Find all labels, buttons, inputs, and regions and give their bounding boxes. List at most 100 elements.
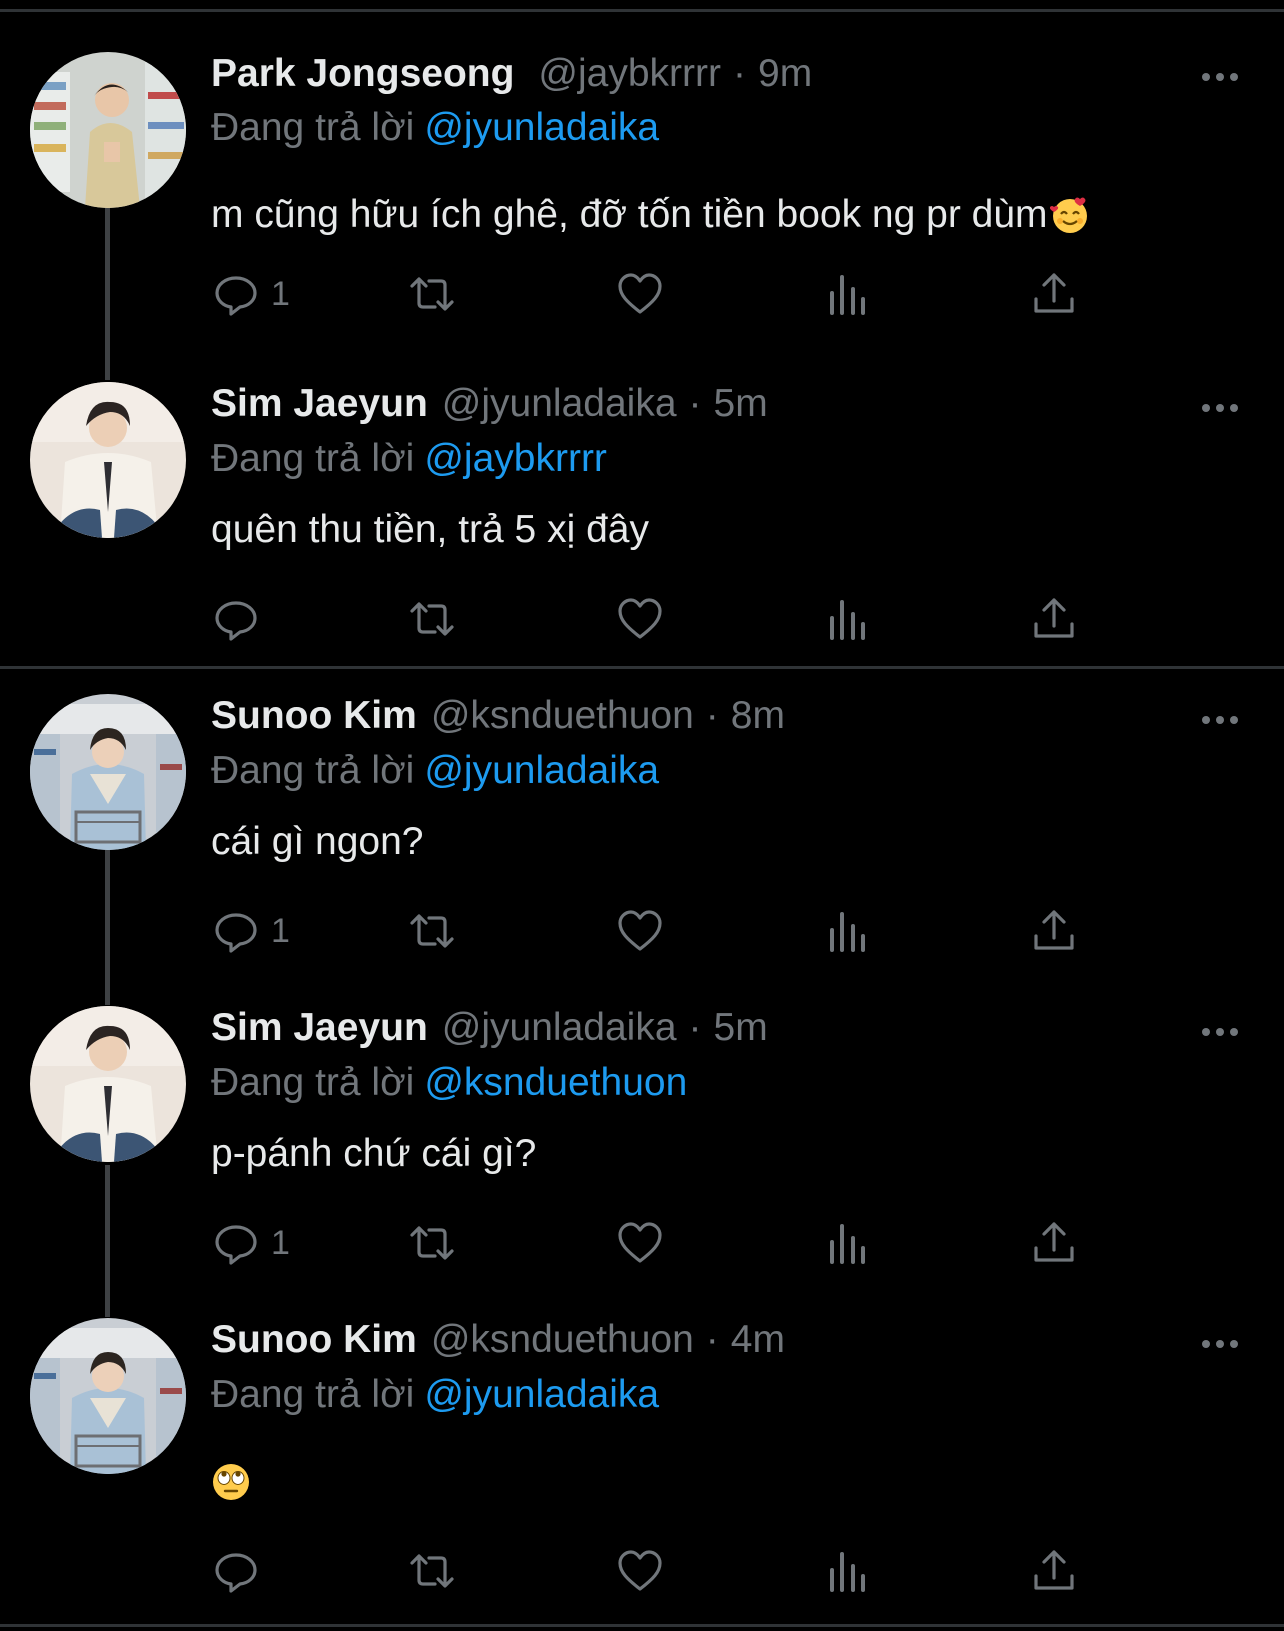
analytics-icon — [830, 275, 865, 315]
tweet-header: Sim Jaeyun @jyunladaika · 5m — [211, 382, 768, 432]
analytics-button[interactable] — [823, 269, 873, 319]
reply-count: 1 — [271, 911, 290, 950]
retweet-button[interactable] — [407, 594, 457, 644]
retweet-button[interactable] — [407, 1218, 457, 1268]
tweet-header: Sunoo Kim @ksnduethuon · 4m — [211, 1318, 785, 1368]
more-options-button[interactable] — [1198, 1017, 1242, 1047]
replying-to: Đang trả lời @ksnduethuon — [211, 1061, 687, 1105]
timestamp[interactable]: 8m — [731, 694, 785, 738]
retweet-button[interactable] — [407, 906, 457, 956]
smiling-face-with-hearts-emoji — [1049, 197, 1087, 233]
more-icon — [1202, 1028, 1210, 1036]
share-button[interactable] — [1029, 594, 1079, 644]
retweet-icon — [410, 602, 454, 636]
reply-icon — [215, 276, 257, 316]
avatar[interactable] — [30, 1318, 186, 1474]
more-options-button[interactable] — [1198, 1329, 1242, 1359]
like-icon — [618, 598, 662, 639]
username[interactable]: @jyunladaika — [442, 1006, 677, 1050]
reply-icon — [215, 1553, 257, 1593]
share-icon — [1034, 1222, 1074, 1262]
avatar-park-jongseong-image — [30, 52, 186, 208]
username[interactable]: @jaybkrrrr — [538, 52, 721, 96]
username[interactable]: @ksnduethuon — [431, 1318, 694, 1362]
retweet-icon — [410, 1554, 454, 1588]
timestamp[interactable]: 5m — [714, 1006, 768, 1050]
analytics-button[interactable] — [823, 1218, 873, 1268]
display-name[interactable]: Park Jongseong — [211, 52, 514, 96]
username[interactable]: @jyunladaika — [442, 382, 677, 426]
display-name[interactable]: Sunoo Kim — [211, 694, 417, 738]
timestamp[interactable]: 9m — [758, 52, 812, 96]
share-icon — [1034, 273, 1074, 313]
mention-link[interactable]: @jaybkrrrr — [424, 437, 607, 480]
like-button[interactable] — [615, 906, 665, 956]
like-button[interactable] — [615, 594, 665, 644]
replying-label: Đang trả lời — [211, 1373, 415, 1416]
analytics-icon — [830, 912, 865, 952]
avatar-sunoo-kim-image — [30, 694, 186, 850]
analytics-button[interactable] — [823, 1546, 873, 1596]
tweet-actions: 1 — [211, 1218, 1131, 1268]
avatar[interactable] — [30, 1006, 186, 1162]
mention-link[interactable]: @jyunladaika — [424, 106, 659, 149]
timestamp[interactable]: 4m — [731, 1318, 785, 1362]
tweet-actions: 1 — [211, 906, 1131, 956]
face-with-rolling-eyes-emoji — [213, 1464, 249, 1500]
separator-dot: · — [705, 694, 719, 737]
separator-dot: · — [688, 382, 702, 425]
share-button[interactable] — [1029, 1218, 1079, 1268]
thread-line — [105, 205, 110, 380]
display-name[interactable]: Sunoo Kim — [211, 1318, 417, 1362]
tweet-text-content: m cũng hữu ích ghê, đỡ tốn tiền book ng … — [211, 193, 1048, 236]
more-options-button[interactable] — [1198, 62, 1242, 92]
more-icon — [1202, 73, 1210, 81]
replying-to: Đang trả lời @jyunladaika — [211, 1373, 659, 1417]
more-options-button[interactable] — [1198, 393, 1242, 423]
tweet-text: cái gì ngon? — [211, 817, 424, 867]
analytics-icon — [830, 1224, 865, 1264]
share-button[interactable] — [1029, 906, 1079, 956]
reply-button[interactable]: 1 — [211, 269, 290, 319]
mention-link[interactable]: @ksnduethuon — [424, 1061, 687, 1104]
avatar-sunoo-kim-image — [30, 1318, 186, 1474]
share-button[interactable] — [1029, 1546, 1079, 1596]
reply-button[interactable]: 1 — [211, 906, 290, 956]
reply-button[interactable] — [211, 1546, 271, 1596]
timestamp[interactable]: 5m — [714, 382, 768, 426]
tweet-text: m cũng hữu ích ghê, đỡ tốn tiền book ng … — [211, 190, 1090, 240]
share-icon — [1034, 598, 1074, 638]
avatar[interactable] — [30, 52, 186, 208]
tweet-actions — [211, 1546, 1131, 1596]
like-button[interactable] — [615, 1546, 665, 1596]
retweet-icon — [410, 1226, 454, 1260]
retweet-icon — [410, 914, 454, 948]
like-button[interactable] — [615, 269, 665, 319]
reply-button[interactable]: 1 — [211, 1218, 290, 1268]
reply-button[interactable] — [211, 594, 271, 644]
avatar[interactable] — [30, 382, 186, 538]
display-name[interactable]: Sim Jaeyun — [211, 382, 428, 426]
share-button[interactable] — [1029, 269, 1079, 319]
retweet-icon — [410, 277, 454, 311]
retweet-button[interactable] — [407, 1546, 457, 1596]
like-icon — [618, 1222, 662, 1263]
more-options-button[interactable] — [1198, 705, 1242, 735]
analytics-icon — [830, 600, 865, 640]
reply-icon — [215, 913, 257, 953]
mention-link[interactable]: @jyunladaika — [424, 1373, 659, 1416]
username[interactable]: @ksnduethuon — [431, 694, 694, 738]
analytics-button[interactable] — [823, 594, 873, 644]
tweet-text-content: p-pánh chứ cái gì? — [211, 1132, 537, 1175]
avatar-sim-jaeyun-image — [30, 1006, 186, 1162]
analytics-button[interactable] — [823, 906, 873, 956]
display-name[interactable]: Sim Jaeyun — [211, 1006, 428, 1050]
separator-dot: · — [705, 1318, 719, 1361]
avatar[interactable] — [30, 694, 186, 850]
reply-icon — [215, 601, 257, 641]
thread-divider — [0, 666, 1284, 669]
retweet-button[interactable] — [407, 269, 457, 319]
more-icon — [1202, 716, 1210, 724]
mention-link[interactable]: @jyunladaika — [424, 749, 659, 792]
like-button[interactable] — [615, 1218, 665, 1268]
